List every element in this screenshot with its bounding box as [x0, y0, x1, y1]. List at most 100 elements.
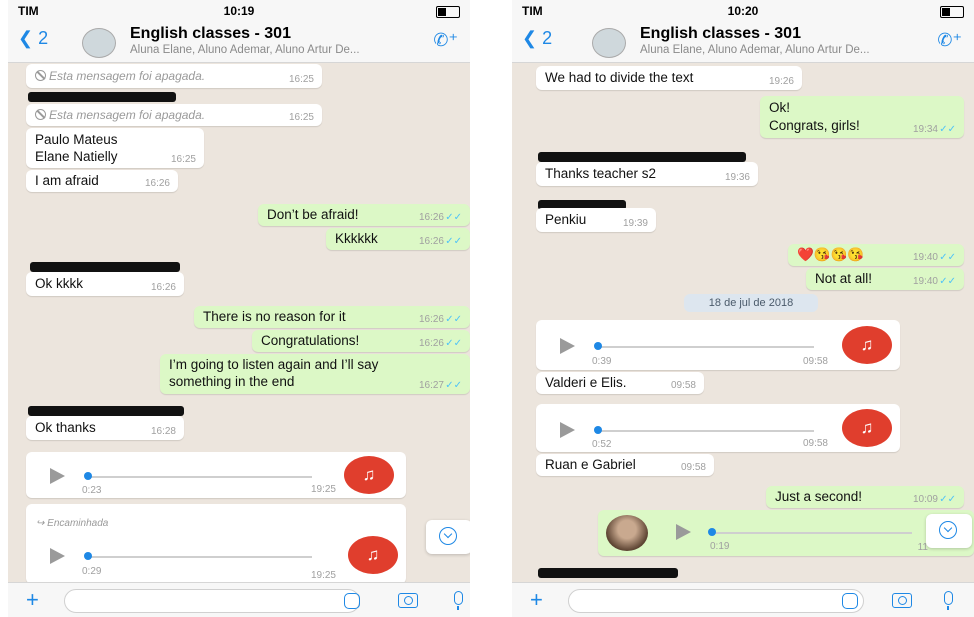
audio-scrubber[interactable]: [84, 472, 92, 480]
add-call-icon[interactable]: ✆⁺: [433, 30, 458, 51]
camera-icon[interactable]: [892, 593, 912, 608]
audio-progress[interactable]: [88, 476, 312, 478]
message-bubble-outgoing[interactable]: I’m going to listen again and I’ll say s…: [160, 354, 470, 394]
audio-progress[interactable]: [598, 430, 814, 432]
chat-screen-left: TIM 10:19 ❮ 2 English classes - 301 Alun…: [8, 0, 470, 617]
message-bubble[interactable]: Valderi e Elis. 09:58: [536, 372, 704, 394]
unread-count: 2: [38, 28, 49, 48]
battery-icon: [436, 6, 460, 18]
message-bubble[interactable]: Ok kkkk 16:26: [26, 272, 184, 296]
sender-avatar: [606, 515, 648, 551]
scroll-down-button[interactable]: [926, 514, 972, 548]
status-bar: TIM 10:20: [512, 0, 974, 22]
microphone-icon[interactable]: [944, 591, 953, 610]
audio-message[interactable]: 0:52 09:58 ♫: [536, 404, 900, 452]
play-icon[interactable]: [560, 422, 575, 438]
back-button[interactable]: ❮ 2: [18, 28, 48, 49]
audio-message[interactable]: 0:39 09:58 ♫: [536, 320, 900, 370]
message-bubble-outgoing[interactable]: Congratulations! 16:26 ✓✓: [252, 330, 470, 352]
group-avatar[interactable]: [592, 28, 626, 58]
audio-message-forwarded[interactable]: ↪ Encaminhada 0:29 19:25 ♫: [26, 504, 406, 584]
forwarded-label: ↪ Encaminhada: [36, 518, 109, 529]
chat-members[interactable]: Aluna Elane, Aluno Ademar, Aluno Artur D…: [130, 44, 360, 56]
audio-progress[interactable]: [88, 556, 312, 558]
redacted-sender: [28, 92, 176, 102]
message-bubble[interactable]: We had to divide the text 19:26: [536, 66, 802, 90]
audio-message[interactable]: 0:23 19:25 ♫: [26, 452, 406, 498]
audio-scrubber[interactable]: [84, 552, 92, 560]
deleted-icon: [35, 70, 46, 81]
message-bubble[interactable]: I am afraid 16:26: [26, 170, 178, 192]
message-list: We had to divide the text 19:26 Ok! Cong…: [512, 62, 974, 583]
message-bubble-outgoing[interactable]: ❤️😘😘😘 19:40 ✓✓: [788, 244, 964, 266]
audio-scrubber[interactable]: [594, 342, 602, 350]
read-receipt-icon: ✓✓: [445, 338, 462, 349]
music-note-icon: ♫: [344, 456, 394, 494]
unread-count: 2: [542, 28, 553, 48]
music-note-icon: ♫: [348, 536, 398, 574]
message-list: Esta mensagem foi apagada. 16:25 Esta me…: [8, 62, 470, 584]
battery-icon: [940, 6, 964, 18]
message-bubble[interactable]: Thanks teacher s2 19:36: [536, 162, 758, 186]
message-input[interactable]: [568, 589, 864, 613]
message-bubble[interactable]: Penkiu 19:39: [536, 208, 656, 232]
audio-progress[interactable]: [712, 532, 912, 534]
input-bar: +: [8, 582, 470, 617]
read-receipt-icon: ✓✓: [445, 236, 462, 247]
redacted-sender: [28, 406, 184, 416]
audio-progress[interactable]: [598, 346, 814, 348]
chat-title[interactable]: English classes - 301: [130, 25, 291, 43]
chevron-down-icon: [439, 527, 457, 545]
chat-header: ❮ 2 English classes - 301 Aluna Elane, A…: [512, 22, 974, 63]
chat-screen-right: TIM 10:20 ❮ 2 English classes - 301 Alun…: [512, 0, 974, 617]
read-receipt-icon: ✓✓: [939, 276, 956, 287]
play-icon[interactable]: [50, 468, 65, 484]
play-icon[interactable]: [560, 338, 575, 354]
voice-message-outgoing[interactable]: 0:19 11: [598, 510, 974, 556]
read-receipt-icon: ✓✓: [445, 380, 462, 391]
back-button[interactable]: ❮ 2: [522, 28, 552, 49]
read-receipt-icon: ✓✓: [939, 124, 956, 135]
chat-header: ❮ 2 English classes - 301 Aluna Elane, A…: [8, 22, 470, 63]
status-time: 10:20: [727, 4, 759, 18]
sticker-icon[interactable]: [344, 593, 360, 609]
message-bubble-outgoing[interactable]: Not at all! 19:40 ✓✓: [806, 268, 964, 290]
deleted-icon: [35, 109, 46, 120]
read-receipt-icon: ✓✓: [939, 494, 956, 505]
input-bar: +: [512, 582, 974, 617]
message-bubble-outgoing[interactable]: There is no reason for it 16:26 ✓✓: [194, 306, 470, 328]
read-receipt-icon: ✓✓: [445, 314, 462, 325]
music-note-icon: ♫: [842, 409, 892, 447]
group-avatar[interactable]: [82, 28, 116, 58]
attach-plus-icon[interactable]: +: [26, 587, 39, 613]
message-bubble[interactable]: Esta mensagem foi apagada. 16:25: [26, 104, 322, 126]
play-icon[interactable]: [50, 548, 65, 564]
message-bubble[interactable]: Paulo Mateus Elane Natielly 16:25: [26, 128, 204, 168]
play-icon[interactable]: [676, 524, 691, 540]
message-bubble-outgoing[interactable]: Just a second! 10:09 ✓✓: [766, 486, 964, 508]
chat-members[interactable]: Aluna Elane, Aluno Ademar, Aluno Artur D…: [640, 44, 870, 56]
message-bubble[interactable]: Ok thanks 16:28: [26, 416, 184, 440]
audio-scrubber[interactable]: [594, 426, 602, 434]
add-call-icon[interactable]: ✆⁺: [937, 30, 962, 51]
message-input[interactable]: [64, 589, 360, 613]
redacted-sender: [538, 152, 746, 162]
status-bar: TIM 10:19: [8, 0, 470, 22]
redacted-sender: [538, 568, 678, 578]
message-bubble-outgoing[interactable]: Don’t be afraid! 16:26 ✓✓: [258, 204, 470, 226]
message-bubble[interactable]: Ruan e Gabriel 09:58: [536, 454, 714, 476]
camera-icon[interactable]: [398, 593, 418, 608]
attach-plus-icon[interactable]: +: [530, 587, 543, 613]
sticker-icon[interactable]: [842, 593, 858, 609]
chat-title[interactable]: English classes - 301: [640, 25, 801, 43]
read-receipt-icon: ✓✓: [445, 212, 462, 223]
message-bubble[interactable]: Esta mensagem foi apagada. 16:25: [26, 64, 322, 88]
message-bubble-outgoing[interactable]: Ok! Congrats, girls! 19:34 ✓✓: [760, 96, 964, 138]
microphone-icon[interactable]: [454, 591, 463, 610]
date-separator: 18 de jul de 2018: [684, 294, 818, 312]
message-bubble-outgoing[interactable]: Kkkkkk 16:26 ✓✓: [326, 228, 470, 250]
status-time: 10:19: [223, 4, 255, 18]
audio-scrubber[interactable]: [708, 528, 716, 536]
scroll-down-button[interactable]: [426, 520, 470, 554]
music-note-icon: ♫: [842, 326, 892, 364]
